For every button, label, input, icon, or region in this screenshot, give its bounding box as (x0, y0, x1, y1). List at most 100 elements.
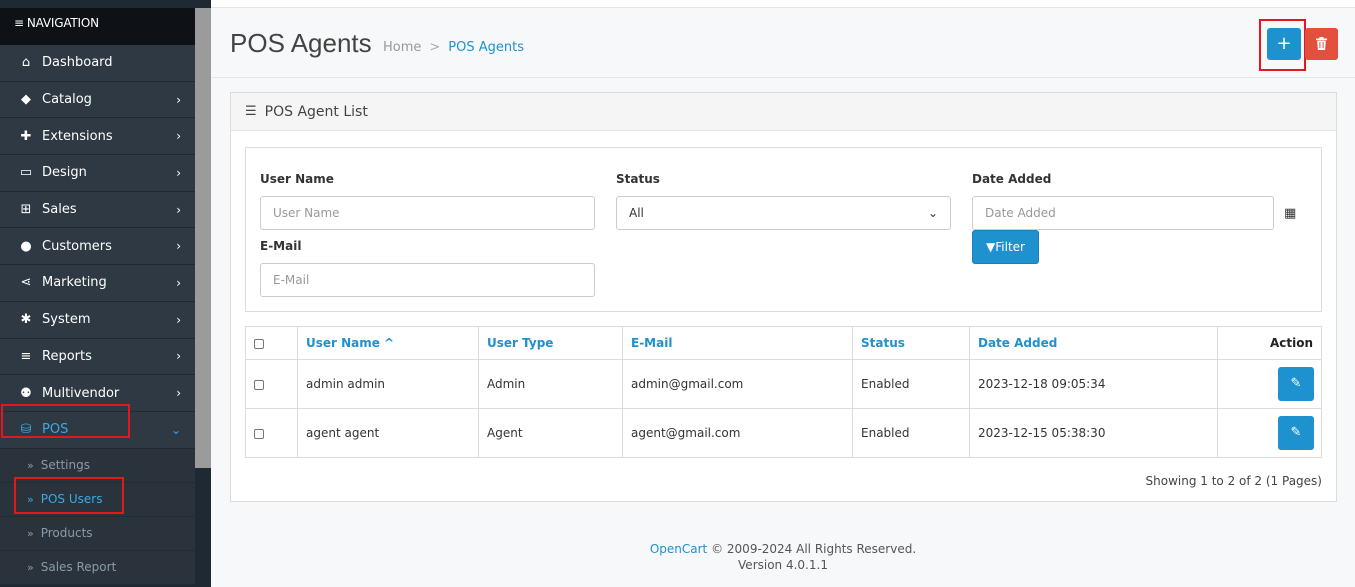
chevron-right-icon: › (176, 312, 181, 327)
agent-table: User Name ^ User Type E-Mail Status Date… (245, 326, 1322, 458)
chevron-right-icon: › (176, 165, 181, 180)
sidebar-item-sales[interactable]: ⊞ Sales › (0, 191, 195, 229)
agent-list-card: ☰ POS Agent List User Name User Name E-M… (230, 92, 1337, 502)
select-all-checkbox[interactable] (254, 338, 264, 349)
row-checkbox[interactable] (254, 428, 264, 439)
chevron-right-icon: › (176, 202, 181, 217)
gear-icon: ✱ (20, 312, 32, 328)
delete-button[interactable] (1305, 28, 1338, 60)
footer-version: Version 4.0.1.1 (738, 558, 828, 572)
pos-submenu: » Settings » POS Users » Products » Sale… (0, 448, 195, 585)
date-label: Date Added (972, 172, 1052, 186)
sidebar-item-extensions[interactable]: ✚ Extensions › (0, 118, 195, 156)
col-status[interactable]: Status (852, 326, 970, 360)
sidebar-item-design[interactable]: ▭ Design › (0, 155, 195, 192)
cell-username: agent agent (297, 408, 479, 458)
sidebar-subitem-label: Settings (40, 458, 90, 473)
main-content: POS Agents Home > POS Agents + ☰ POS Age… (211, 0, 1355, 587)
sidebar-scrollbar[interactable] (195, 8, 211, 468)
breadcrumb-home[interactable]: Home (383, 40, 421, 55)
email-label: E-Mail (260, 239, 302, 253)
cell-action: ✎ (1217, 408, 1322, 458)
date-input[interactable]: Date Added (972, 196, 1274, 230)
hamburger-icon: ≡ (14, 16, 24, 30)
cell-username: admin admin (297, 359, 479, 409)
double-chevron-icon: » (27, 526, 34, 540)
cell-action: ✎ (1217, 359, 1322, 409)
double-chevron-icon: » (27, 458, 34, 472)
sidebar-item-label: Design (42, 165, 87, 181)
status-select-value: All (629, 206, 644, 220)
page-title: POS Agents (230, 28, 372, 58)
tag-icon: ◆ (21, 92, 31, 108)
sidebar-item-label: Sales (42, 202, 77, 218)
sidebar-item-reports[interactable]: ≡ Reports › (0, 338, 195, 376)
chevron-right-icon: › (176, 92, 181, 107)
filter-button-label: Filter (995, 240, 1025, 254)
share-icon: ⋖ (20, 275, 32, 291)
card-title: POS Agent List (264, 103, 368, 120)
footer: OpenCart © 2009-2024 All Rights Reserved… (211, 541, 1355, 573)
breadcrumb-separator: > (429, 40, 441, 55)
sidebar-subitem-sales-report[interactable]: » Sales Report (0, 550, 195, 585)
sidebar-item-label: Catalog (42, 92, 92, 108)
cell-email: admin@gmail.com (622, 359, 853, 409)
chevron-right-icon: › (176, 386, 181, 401)
footer-copyright-line: OpenCart © 2009-2024 All Rights Reserved… (211, 541, 1355, 557)
sidebar-item-catalog[interactable]: ◆ Catalog › (0, 81, 195, 119)
sidebar-item-customers[interactable]: ● Customers › (0, 228, 195, 266)
cell-email: agent@gmail.com (622, 408, 853, 458)
sidebar-item-label: Customers (42, 238, 112, 254)
sidebar-subitem-products[interactable]: » Products (0, 516, 195, 551)
sidebar-item-marketing[interactable]: ⋖ Marketing › (0, 265, 195, 302)
card-header: ☰ POS Agent List (231, 93, 1336, 131)
status-select[interactable]: All ⌄ (616, 196, 951, 230)
pencil-icon: ✎ (1290, 425, 1302, 440)
email-input[interactable]: E-Mail (260, 263, 595, 297)
row-select-cell (245, 408, 298, 458)
users-icon: ⚉ (20, 385, 32, 401)
cell-date: 2023-12-18 09:05:34 (969, 359, 1218, 409)
header-divider (211, 77, 1355, 78)
cell-date: 2023-12-15 05:38:30 (969, 408, 1218, 458)
row-checkbox[interactable] (254, 379, 264, 390)
sidebar: ≡ NAVIGATION ⌂ Dashboard ◆ Catalog › ✚ Ex… (0, 0, 211, 587)
chevron-right-icon: › (176, 239, 181, 254)
chevron-right-icon: › (176, 275, 181, 290)
username-label: User Name (260, 172, 334, 186)
table-row: agent agent Agent agent@gmail.com Enable… (245, 408, 1322, 458)
cart-icon: ⊞ (20, 202, 32, 218)
filter-button[interactable]: ▼Filter (972, 230, 1039, 264)
sidebar-item-system[interactable]: ✱ System › (0, 301, 195, 339)
highlight-box-pos-users (14, 477, 124, 514)
footer-copyright: © 2009-2024 All Rights Reserved. (711, 542, 917, 556)
filter-panel: User Name User Name E-Mail E-Mail Status… (245, 147, 1322, 312)
top-bar (211, 0, 1355, 8)
col-email[interactable]: E-Mail (622, 326, 853, 360)
calendar-icon[interactable]: ▦ (1284, 206, 1296, 221)
bar-chart-icon: ≡ (20, 348, 32, 364)
table-row: admin admin Admin admin@gmail.com Enable… (245, 359, 1322, 409)
sidebar-subitem-label: Sales Report (40, 560, 117, 575)
monitor-icon: ▭ (19, 165, 33, 181)
home-icon: ⌂ (21, 55, 31, 71)
col-username[interactable]: User Name ^ (297, 326, 479, 360)
breadcrumb-current[interactable]: POS Agents (448, 40, 524, 55)
col-usertype[interactable]: User Type (478, 326, 623, 360)
col-date[interactable]: Date Added (969, 326, 1218, 360)
list-icon: ☰ (245, 104, 257, 119)
username-input[interactable]: User Name (260, 196, 595, 230)
highlight-box-add (1259, 19, 1306, 71)
highlight-box-pos (1, 404, 130, 438)
sidebar-item-dashboard[interactable]: ⌂ Dashboard (0, 45, 195, 82)
row-select-cell (245, 359, 298, 409)
table-header-row: User Name ^ User Type E-Mail Status Date… (245, 326, 1322, 360)
funnel-icon: ▼ (986, 240, 996, 254)
sidebar-item-label: Marketing (42, 275, 107, 291)
double-chevron-icon: » (27, 560, 34, 574)
edit-button[interactable]: ✎ (1278, 367, 1314, 401)
footer-brand-link[interactable]: OpenCart (650, 542, 707, 556)
edit-button[interactable]: ✎ (1278, 416, 1314, 450)
chevron-right-icon: › (176, 129, 181, 144)
nav-header[interactable]: ≡ NAVIGATION (0, 8, 195, 45)
